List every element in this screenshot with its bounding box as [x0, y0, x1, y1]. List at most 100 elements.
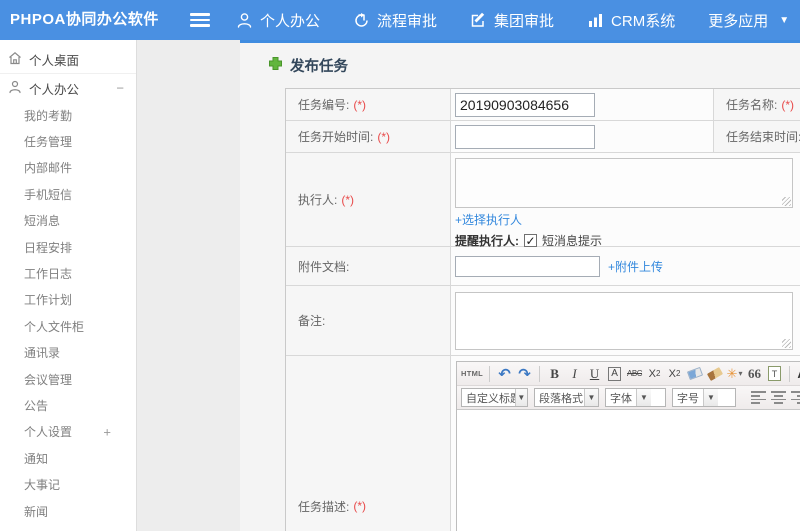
sidebar-item-task-management[interactable]: 任务管理	[0, 128, 136, 154]
attachment-input[interactable]	[455, 255, 600, 277]
sidebar-item-label: 手机短信	[24, 187, 73, 202]
sidebar-item-schedule[interactable]: 日程安排	[0, 234, 136, 260]
format-painter-button[interactable]	[706, 365, 723, 383]
sidebar-item-short-message[interactable]: 短消息	[0, 208, 136, 234]
blockquote-button[interactable]: 66	[746, 365, 763, 383]
sidebar-item-label: 个人桌面	[29, 54, 80, 68]
sidebar-item-my-attendance[interactable]: 我的考勤	[0, 102, 136, 128]
autotypeset-button[interactable]: ✳ ▾	[726, 365, 743, 383]
html-source-button[interactable]: HTML	[461, 365, 483, 383]
resize-grip-icon[interactable]	[782, 197, 791, 206]
select-value: 段落格式	[539, 392, 583, 405]
sidebar-item-mobile-sms[interactable]: 手机短信	[0, 181, 136, 207]
row-remark: 备注:	[286, 286, 800, 356]
font-size-select[interactable]: 字号 ▼	[672, 388, 736, 407]
required-marker: (*)	[353, 97, 367, 112]
eraser-icon	[686, 366, 703, 381]
process-approve-icon	[353, 12, 370, 29]
sidebar-item-events[interactable]: 大事记	[0, 471, 136, 497]
field-label: 备注:	[298, 314, 326, 328]
align-right-icon[interactable]	[791, 391, 800, 405]
sidebar-item-vote[interactable]: 投票	[0, 524, 136, 531]
sidebar-item-label: 大事记	[24, 478, 61, 493]
remove-format-button[interactable]	[686, 365, 703, 383]
sidebar-item-contacts[interactable]: 通讯录	[0, 340, 136, 366]
sidebar-item-announcement[interactable]: 公告	[0, 392, 136, 418]
italic-button[interactable]: I	[566, 365, 583, 383]
sidebar-item-file-cabinet[interactable]: 个人文件柜	[0, 313, 136, 339]
collapse-icon[interactable]: −	[116, 81, 124, 96]
start-time-label-cell: 任务开始时间: (*)	[286, 121, 451, 152]
row-executor: 执行人: (*) +选择执行人 提醒执行人: ✓ 短消息提示	[286, 153, 800, 248]
remark-textarea[interactable]	[455, 292, 793, 350]
resize-grip-icon[interactable]	[782, 339, 791, 348]
menu-toggle-icon[interactable]	[190, 13, 210, 27]
nav-personal-office[interactable]: 个人办公	[236, 10, 320, 31]
sidebar-item-label: 个人设置	[24, 425, 73, 440]
subscript-button[interactable]: X2	[666, 365, 683, 383]
required-marker: (*)	[341, 192, 355, 207]
bold-button[interactable]: B	[546, 365, 563, 383]
paste-word-button[interactable]: T	[766, 365, 783, 383]
sidebar-item-label: 公告	[24, 398, 49, 413]
row-task-number: 任务编号: (*) 任务名称: (*)	[286, 89, 800, 121]
custom-title-select[interactable]: 自定义标题 ▼	[461, 388, 528, 407]
nav-label: 流程审批	[377, 12, 438, 30]
start-time-input[interactable]	[455, 124, 595, 149]
text-style-button[interactable]: A	[608, 366, 621, 381]
select-value: 自定义标题	[466, 392, 515, 405]
row-start-time: 任务开始时间: (*) 任务结束时间: (*)	[286, 121, 800, 153]
app-logo: PHPOA协同办公软件	[10, 11, 159, 28]
sidebar-item-label: 我的考勤	[24, 108, 73, 123]
sidebar-item-work-log[interactable]: 工作日志	[0, 260, 136, 286]
caret-down-icon: ▼	[636, 389, 651, 406]
sms-remind-checkbox[interactable]: ✓	[524, 234, 537, 247]
user-icon	[236, 12, 253, 29]
executor-textarea[interactable]	[455, 158, 793, 208]
sidebar-item-label: 工作计划	[24, 293, 73, 308]
sidebar-item-news[interactable]: 新闻	[0, 498, 136, 524]
field-label: 执行人:	[298, 193, 338, 207]
sidebar-item-internal-mail[interactable]: 内部邮件	[0, 155, 136, 181]
sidebar-item-meeting[interactable]: 会议管理	[0, 366, 136, 392]
row-description: 任务描述: (*) HTML ↶ ↷ B I U A ABC X 2 X 2 ✳…	[286, 356, 800, 531]
editor-content-area[interactable]	[457, 410, 800, 531]
strikethrough-button[interactable]: ABC	[626, 365, 643, 383]
underline-button[interactable]: U	[586, 365, 603, 383]
nav-group-approval[interactable]: 集团审批	[470, 10, 554, 31]
field-label: 任务名称:	[726, 98, 778, 112]
nav-process-approval[interactable]: 流程审批	[353, 10, 437, 31]
sidebar-item-personal-desktop[interactable]: 个人桌面	[0, 46, 136, 74]
undo-icon[interactable]: ↶	[496, 365, 513, 383]
task-name-label-cell: 任务名称: (*)	[714, 89, 800, 120]
task-number-input[interactable]	[455, 92, 595, 117]
user-icon	[8, 80, 22, 97]
font-family-select[interactable]: 字体 ▼	[605, 388, 666, 407]
add-plus-icon	[268, 56, 283, 76]
nav-crm[interactable]: CRM系统	[587, 10, 675, 31]
align-center-icon[interactable]	[771, 391, 786, 405]
align-left-icon[interactable]	[751, 391, 766, 405]
redo-icon[interactable]: ↷	[516, 365, 533, 383]
start-time-field-cell	[451, 121, 714, 152]
caret-down-icon: ▼	[583, 389, 598, 406]
font-color-button[interactable]: A▾	[796, 365, 800, 383]
toolbar-separator	[539, 365, 541, 382]
sidebar-item-notice[interactable]: 通知	[0, 445, 136, 471]
sidebar-item-work-plan[interactable]: 工作计划	[0, 287, 136, 313]
paragraph-format-select[interactable]: 段落格式 ▼	[534, 388, 599, 407]
attachment-upload-link[interactable]: +附件上传	[608, 258, 663, 275]
caret-down-icon: ▼	[514, 389, 527, 406]
main-menu: 个人办公 流程审批 集团审批 CRM系统 更多应用 ▼	[236, 0, 789, 40]
sidebar-item-label: 会议管理	[24, 372, 73, 387]
superscript-button[interactable]: X2	[646, 365, 663, 383]
sidebar-item-personal-settings[interactable]: 个人设置 +	[0, 419, 136, 445]
sidebar-item-label: 通知	[24, 451, 49, 466]
sidebar-item-label: 个人文件柜	[24, 319, 85, 334]
sidebar-item-personal-office[interactable]: 个人办公 −	[0, 74, 136, 102]
nav-more-apps[interactable]: 更多应用 ▼	[708, 10, 789, 31]
page-title: 发布任务	[290, 59, 348, 75]
choose-executor-link[interactable]: +选择执行人	[455, 213, 522, 227]
expand-icon[interactable]: +	[103, 424, 111, 439]
page-header: 发布任务	[268, 55, 348, 76]
